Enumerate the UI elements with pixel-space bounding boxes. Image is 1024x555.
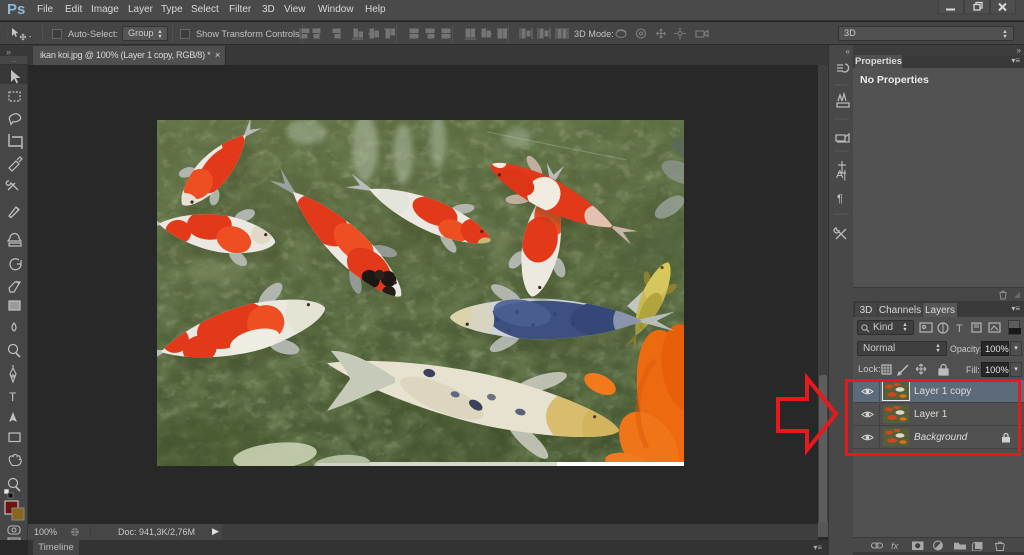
svg-text:A|: A| bbox=[836, 169, 846, 181]
svg-text:¶: ¶ bbox=[837, 193, 843, 205]
svg-text:T: T bbox=[956, 323, 963, 335]
svg-text:T: T bbox=[9, 390, 17, 404]
svg-text:fx: fx bbox=[891, 541, 900, 551]
